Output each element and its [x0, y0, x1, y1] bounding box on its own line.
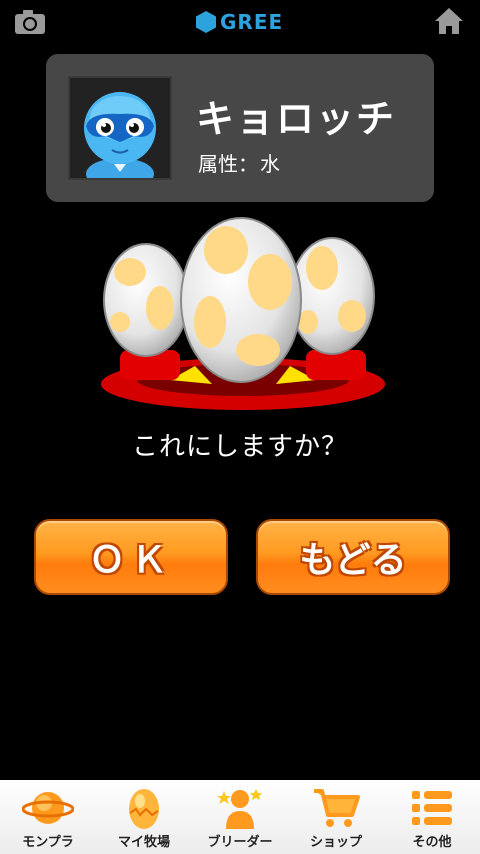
monster-card: キョロッチ 属性： 水 [46, 54, 434, 202]
monster-attribute: 属性： 水 [198, 148, 280, 177]
monster-portrait [68, 76, 172, 180]
nav-item-shop[interactable]: ショップ [288, 780, 384, 854]
nav-item-monpura[interactable]: モンプラ [0, 780, 96, 854]
attribute-value: 水 [260, 152, 280, 176]
menu-list-icon [412, 791, 452, 825]
camera-icon[interactable] [14, 9, 46, 35]
back-button[interactable]: もどる [256, 519, 450, 595]
nav-label-shop: ショップ [309, 835, 362, 850]
gree-logo: GREE [196, 8, 283, 36]
nav-label-my-ranch: マイ牧場 [117, 835, 170, 850]
back-button-label: もどる [299, 540, 407, 581]
nav-label-breeder: ブリーダー [207, 835, 273, 850]
nav-label-other: その他 [412, 835, 452, 850]
monster-avatar-image [70, 78, 170, 178]
nav-item-my-ranch[interactable]: マイ牧場 [96, 780, 192, 854]
egg-right [289, 237, 375, 355]
breeder-icon [217, 789, 262, 829]
egg-icon [129, 789, 159, 829]
cart-icon [314, 789, 360, 827]
ok-button[interactable]: ＯＫ [34, 519, 228, 595]
eggs-illustration [101, 217, 385, 410]
planet-icon [22, 792, 74, 824]
nav-label-monpura: モンプラ [22, 835, 74, 850]
confirm-question: これにしますか？ [131, 432, 348, 462]
attribute-label: 属性： [198, 152, 258, 176]
gree-logo-text: GREE [220, 10, 284, 34]
top-bar: GREE [0, 0, 480, 44]
nav-item-breeder[interactable]: ブリーダー [192, 780, 288, 854]
ok-button-label: ＯＫ [88, 540, 173, 581]
nav-item-other[interactable]: その他 [384, 780, 480, 854]
bottom-nav: モンプラ マイ牧場 ブリーダー ショップ その他 [0, 780, 480, 854]
egg-center [180, 217, 302, 383]
egg-left [103, 243, 189, 357]
home-icon[interactable] [434, 7, 464, 35]
gree-hex-icon [196, 11, 216, 33]
monster-name: キョロッチ [196, 97, 397, 141]
